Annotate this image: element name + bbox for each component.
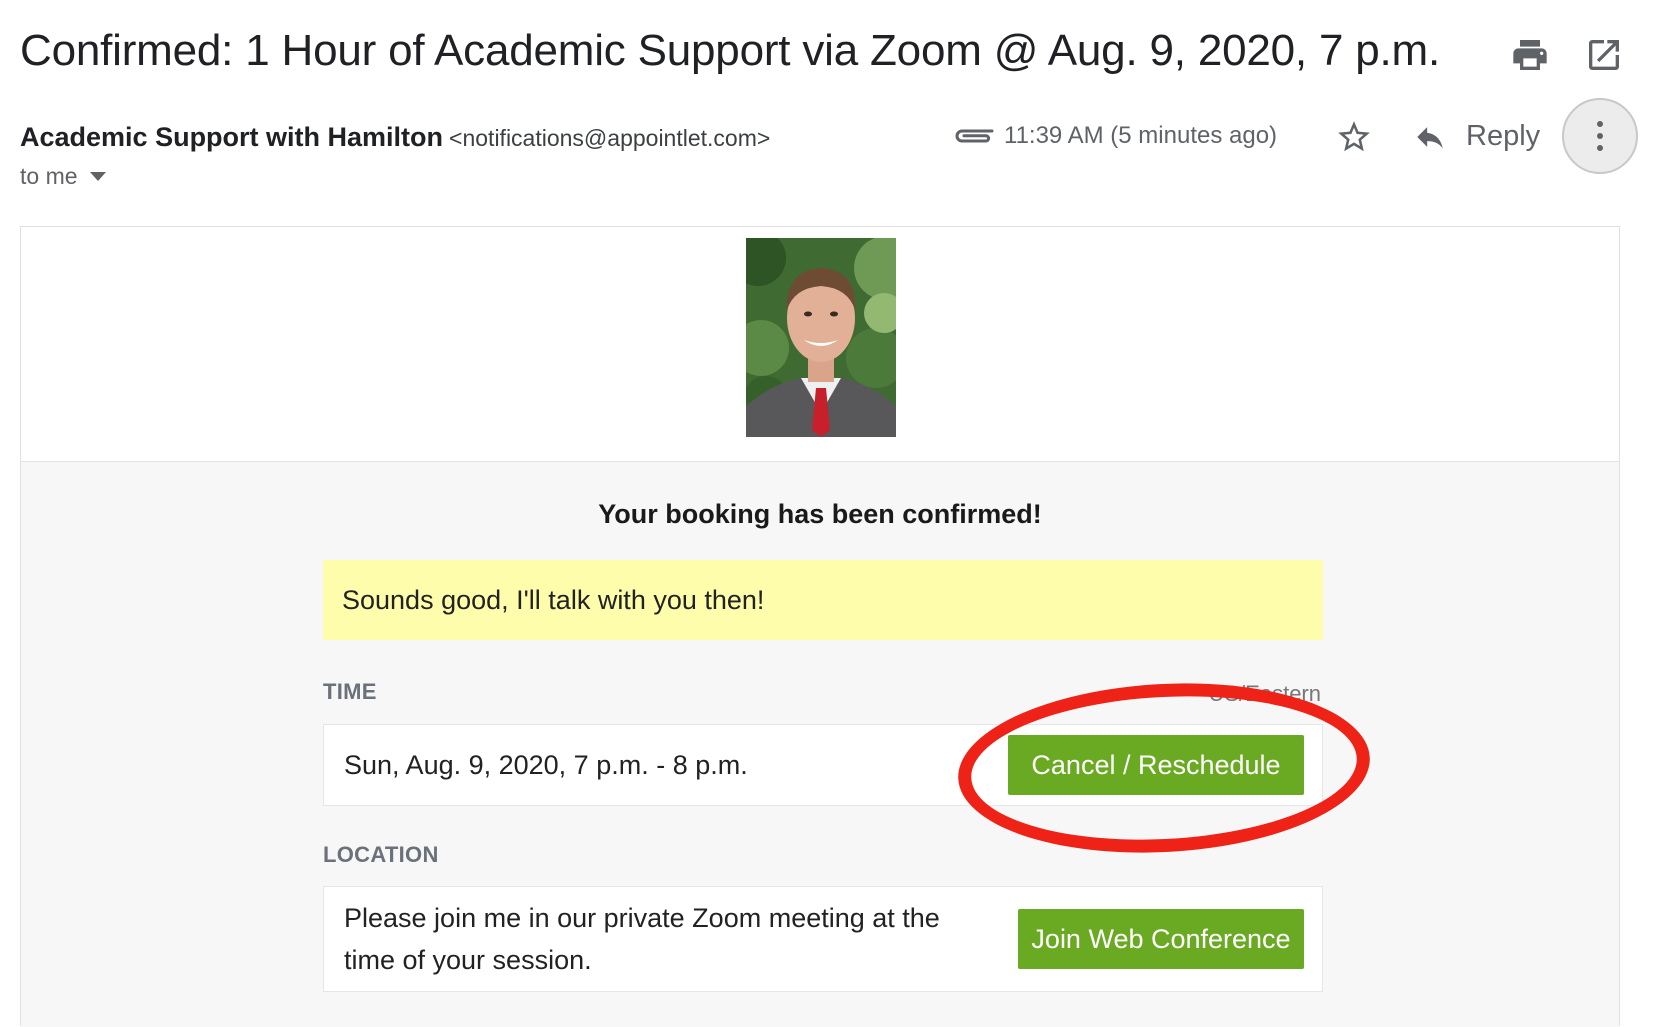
timezone-label: US/Eastern	[1208, 681, 1322, 706]
open-in-new-window-icon[interactable]	[1584, 35, 1624, 75]
email-header-banner	[21, 227, 1619, 462]
host-note-text: Sounds good, I'll talk with you then!	[342, 584, 765, 615]
sender: Academic Support with Hamilton <notificat…	[20, 122, 770, 153]
more-vertical-icon[interactable]	[1562, 98, 1638, 174]
recipient-dropdown[interactable]: to me	[20, 163, 106, 190]
booking-details: Your booking has been confirmed! Sounds …	[21, 462, 1619, 1027]
recipient-label: to me	[20, 163, 78, 189]
email-subject: Confirmed: 1 Hour of Academic Support vi…	[20, 26, 1441, 75]
attachment-icon	[955, 129, 994, 143]
time-section-label: TIME	[323, 679, 377, 704]
email-timestamp: 11:39 AM (5 minutes ago)	[1004, 122, 1278, 149]
reply-icon[interactable]	[1410, 120, 1450, 154]
sender-name[interactable]: Academic Support with Hamilton	[20, 122, 443, 152]
chevron-down-icon[interactable]	[89, 172, 106, 181]
print-icon[interactable]	[1510, 35, 1550, 75]
reply-button[interactable]: Reply	[1466, 120, 1540, 153]
location-section-label: LOCATION	[323, 842, 439, 867]
time-field: Sun, Aug. 9, 2020, 7 p.m. - 8 p.m. Cance…	[323, 724, 1323, 806]
profile-photo	[746, 238, 896, 437]
email-body: Your booking has been confirmed! Sounds …	[20, 226, 1620, 1027]
sender-email: <notifications@appointlet.com>	[449, 125, 771, 151]
time-value: Sun, Aug. 9, 2020, 7 p.m. - 8 p.m.	[344, 750, 748, 780]
confirmation-heading: Your booking has been confirmed!	[598, 499, 1042, 529]
host-note: Sounds good, I'll talk with you then!	[323, 560, 1323, 640]
location-field: Please join me in our private Zoom meeti…	[323, 886, 1323, 992]
join-web-conference-button[interactable]: Join Web Conference	[1018, 909, 1304, 969]
star-icon[interactable]	[1335, 118, 1373, 156]
location-value: Please join me in our private Zoom meeti…	[344, 903, 940, 975]
cancel-reschedule-button[interactable]: Cancel / Reschedule	[1008, 735, 1304, 795]
